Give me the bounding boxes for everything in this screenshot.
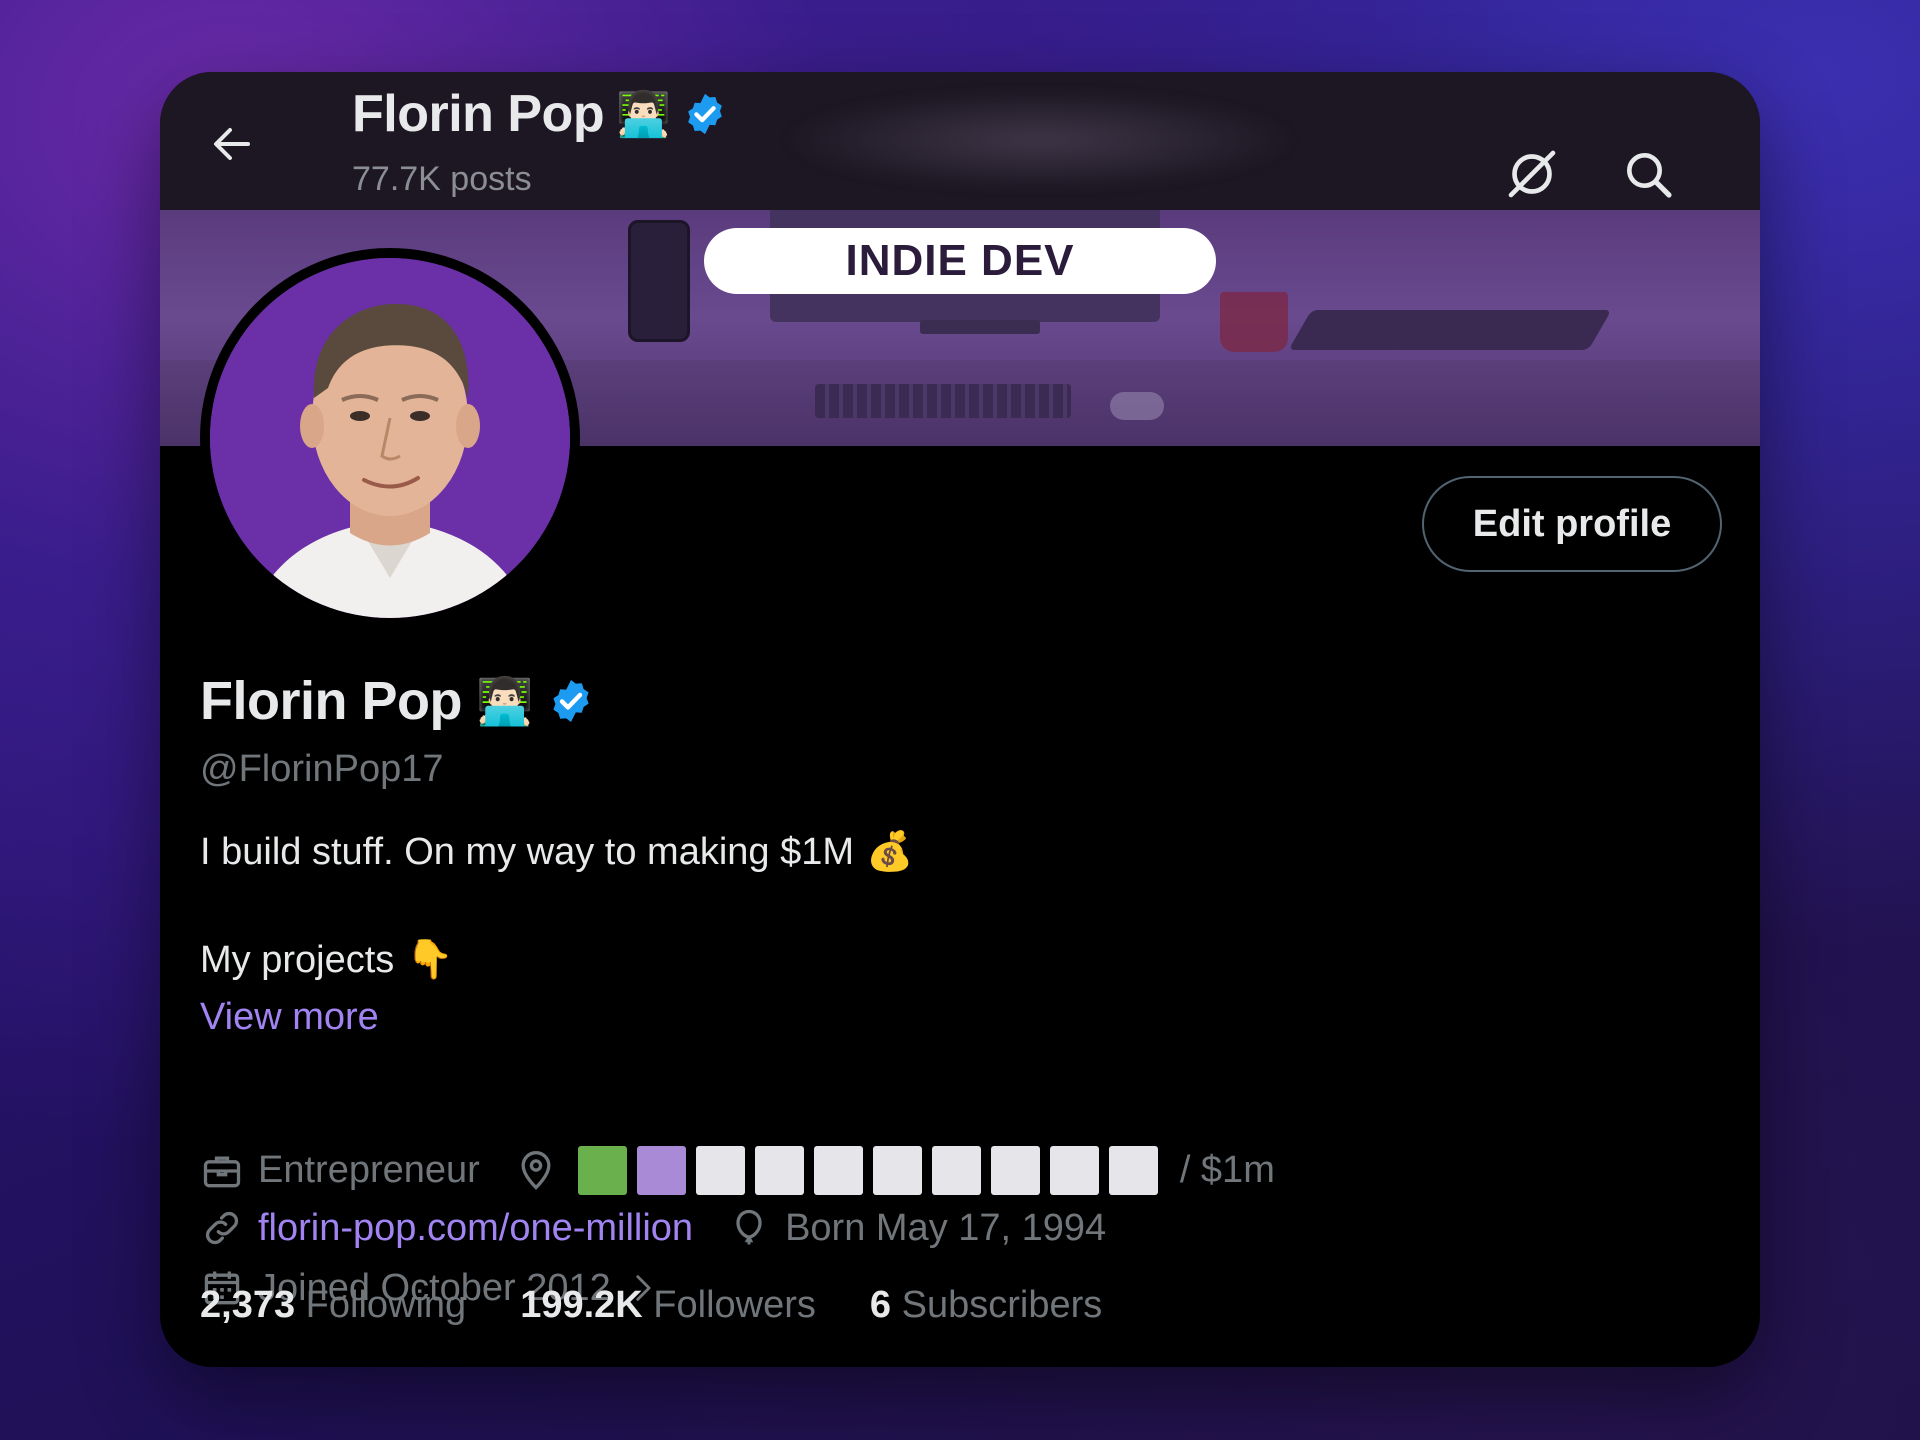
bio-line-1: I build stuff. On my way to making $1M 💰 bbox=[200, 830, 913, 874]
search-icon bbox=[1627, 153, 1672, 198]
avatar-photo bbox=[210, 258, 570, 618]
profile-name-row: Florin Pop 👨🏻‍💻 bbox=[200, 670, 595, 732]
progress-cell bbox=[1108, 1146, 1158, 1195]
blurred-region bbox=[780, 90, 1300, 190]
briefcase-icon bbox=[203, 1156, 241, 1187]
subscribers-label: Subscribers bbox=[901, 1284, 1103, 1326]
banner-monitor-stand bbox=[920, 320, 1040, 334]
post-count: 77.7K posts bbox=[352, 160, 532, 198]
profession-label: Entrepreneur bbox=[258, 1149, 480, 1191]
profile-handle: @FlorinPop17 bbox=[200, 748, 444, 790]
banner-laptop bbox=[1288, 310, 1612, 350]
following-stat[interactable]: 2,373 Following bbox=[200, 1284, 466, 1327]
edit-profile-button[interactable]: Edit profile bbox=[1422, 476, 1722, 572]
progress-cell bbox=[636, 1146, 686, 1195]
progress-cell bbox=[577, 1146, 627, 1195]
banner-keyboard bbox=[815, 384, 1071, 418]
progress-cell bbox=[931, 1146, 981, 1195]
following-count: 2,373 bbox=[200, 1284, 296, 1326]
header-title: Florin Pop 👨🏻‍💻 bbox=[352, 84, 728, 144]
avatar-portrait bbox=[210, 258, 570, 618]
progress-cell bbox=[754, 1146, 804, 1195]
header-emoji: 👨🏻‍💻 bbox=[616, 90, 671, 139]
followers-stat[interactable]: 199.2K Followers bbox=[520, 1284, 816, 1327]
follow-stats: 2,373 Following 199.2K Followers 6 Subsc… bbox=[200, 1284, 1102, 1327]
meta-row-2: florin-pop.com/one-million Born May 17, … bbox=[200, 1206, 1140, 1250]
birthday-balloon-icon bbox=[736, 1209, 762, 1245]
money-bag-emoji: 💰 bbox=[866, 831, 914, 873]
progress-cell bbox=[695, 1146, 745, 1195]
link-icon bbox=[205, 1211, 239, 1245]
followers-label: Followers bbox=[653, 1284, 816, 1326]
pointing-down-emoji: 👇 bbox=[406, 939, 454, 981]
profession: Entrepreneur bbox=[200, 1149, 480, 1193]
avatar[interactable] bbox=[200, 248, 580, 628]
verified-badge-icon[interactable] bbox=[547, 677, 595, 725]
website-link[interactable]: florin-pop.com/one-million bbox=[258, 1207, 693, 1250]
back-arrow-icon bbox=[214, 128, 250, 160]
profile-card: Florin Pop 👨🏻‍💻 77.7K posts bbox=[160, 72, 1760, 1367]
location bbox=[514, 1146, 1180, 1195]
grok-icon bbox=[1508, 150, 1556, 198]
followers-count: 199.2K bbox=[520, 1284, 643, 1326]
progress-suffix: / $1m bbox=[1179, 1149, 1275, 1191]
subscribers-stat[interactable]: 6 Subscribers bbox=[870, 1284, 1102, 1327]
progress-cell bbox=[872, 1146, 922, 1195]
website: florin-pop.com/one-million bbox=[200, 1206, 693, 1250]
view-more-link[interactable]: View more bbox=[200, 996, 379, 1039]
subscribers-count: 6 bbox=[869, 1284, 892, 1326]
birthday: Born May 17, 1994 bbox=[727, 1206, 1106, 1250]
birthday-label: Born May 17, 1994 bbox=[785, 1206, 1107, 1249]
banner-phone bbox=[628, 220, 690, 342]
progress-cell bbox=[990, 1146, 1040, 1195]
profile-header-bar: Florin Pop 👨🏻‍💻 77.7K posts bbox=[160, 72, 1760, 210]
header-name: Florin Pop bbox=[352, 85, 605, 143]
revenue-progress bbox=[577, 1146, 1158, 1195]
bio-text-2: My projects bbox=[200, 938, 395, 981]
banner-mouse bbox=[1110, 392, 1164, 420]
profile-emoji: 👨🏻‍💻 bbox=[475, 674, 533, 727]
back-button[interactable] bbox=[200, 112, 264, 176]
bio-line-2: My projects 👇 bbox=[200, 938, 454, 982]
progress-cell bbox=[1049, 1146, 1099, 1195]
search-button[interactable] bbox=[1612, 138, 1684, 210]
verified-badge-icon bbox=[688, 93, 723, 135]
progress-cell bbox=[813, 1146, 863, 1195]
following-label: Following bbox=[305, 1284, 467, 1326]
grok-button[interactable] bbox=[1496, 138, 1568, 210]
location-icon bbox=[521, 1150, 551, 1190]
bio-text-1: I build stuff. On my way to making $1M bbox=[200, 830, 855, 873]
banner-pill-label: INDIE DEV bbox=[704, 228, 1216, 294]
profile-name: Florin Pop bbox=[200, 671, 462, 731]
meta-row-1: Entrepreneur / $1m bbox=[200, 1146, 1275, 1195]
banner-cup bbox=[1220, 292, 1288, 352]
